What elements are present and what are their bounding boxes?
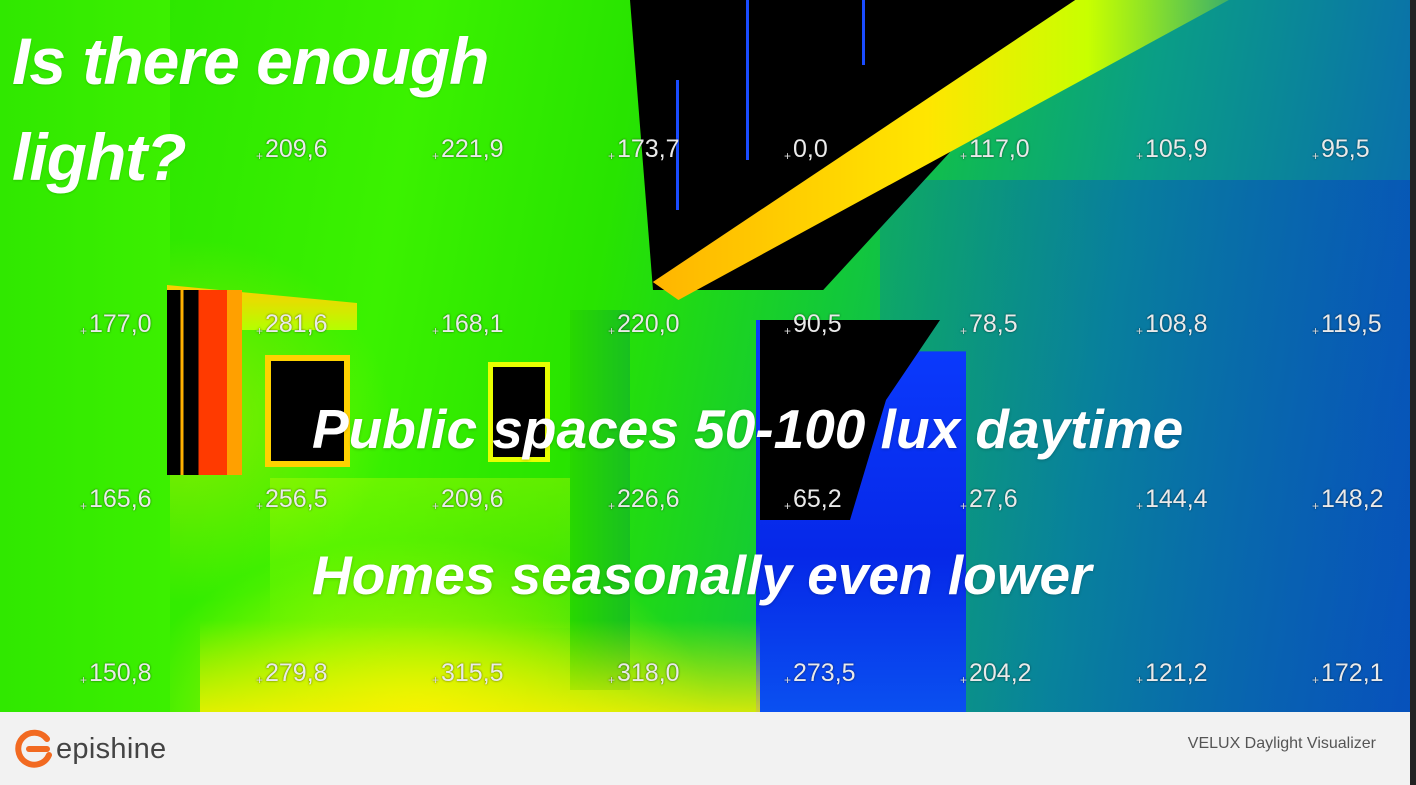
window-edge xyxy=(1410,0,1416,785)
lux-value: 273,5 xyxy=(784,661,856,687)
lux-value: 117,0 xyxy=(960,137,1030,163)
lux-value: 108,8 xyxy=(1136,312,1208,338)
lux-value: 105,9 xyxy=(1136,137,1208,163)
lux-value: 177,0 xyxy=(80,312,152,338)
lux-value: 65,2 xyxy=(784,487,842,513)
lux-value: 165,6 xyxy=(80,487,152,513)
lux-value: 256,5 xyxy=(256,487,328,513)
bay-window xyxy=(167,290,242,475)
lux-value: 318,0 xyxy=(608,661,680,687)
lux-value: 95,5 xyxy=(1312,137,1370,163)
lux-value: 172,1 xyxy=(1312,661,1384,687)
epishine-logo: epishine xyxy=(14,726,166,772)
lux-value: 281,6 xyxy=(256,312,328,338)
daylight-render: 209,6 221,9 173,7 0,0 117,0 105,9 95,5 1… xyxy=(0,0,1410,712)
logo-text: epishine xyxy=(56,732,167,765)
slide-title: Is there enough light? xyxy=(12,24,489,194)
lux-value: 150,8 xyxy=(80,661,152,687)
lux-value: 315,5 xyxy=(432,661,504,687)
lux-value: 148,2 xyxy=(1312,487,1384,513)
lux-value: 78,5 xyxy=(960,312,1018,338)
lux-value: 27,6 xyxy=(960,487,1018,513)
lux-value: 90,5 xyxy=(784,312,842,338)
slide-footer: epishine VELUX Daylight Visualizer xyxy=(0,712,1410,785)
railing-bar xyxy=(746,0,749,160)
lux-value: 209,6 xyxy=(432,487,504,513)
lux-value: 0,0 xyxy=(784,137,828,163)
lux-value: 144,4 xyxy=(1136,487,1208,513)
lux-value: 226,6 xyxy=(608,487,680,513)
lux-value: 119,5 xyxy=(1312,312,1382,338)
statement-public-spaces: Public spaces 50-100 lux daytime xyxy=(312,398,1184,460)
lux-value: 204,2 xyxy=(960,661,1032,687)
lux-value: 279,8 xyxy=(256,661,328,687)
visualizer-credit: VELUX Daylight Visualizer xyxy=(1187,735,1376,752)
railing-bar xyxy=(862,0,865,65)
lux-value: 220,0 xyxy=(608,312,680,338)
statement-homes: Homes seasonally even lower xyxy=(312,544,1092,606)
lux-value: 121,2 xyxy=(1136,661,1208,687)
lux-value: 168,1 xyxy=(432,312,504,338)
epishine-logo-icon xyxy=(15,729,52,768)
